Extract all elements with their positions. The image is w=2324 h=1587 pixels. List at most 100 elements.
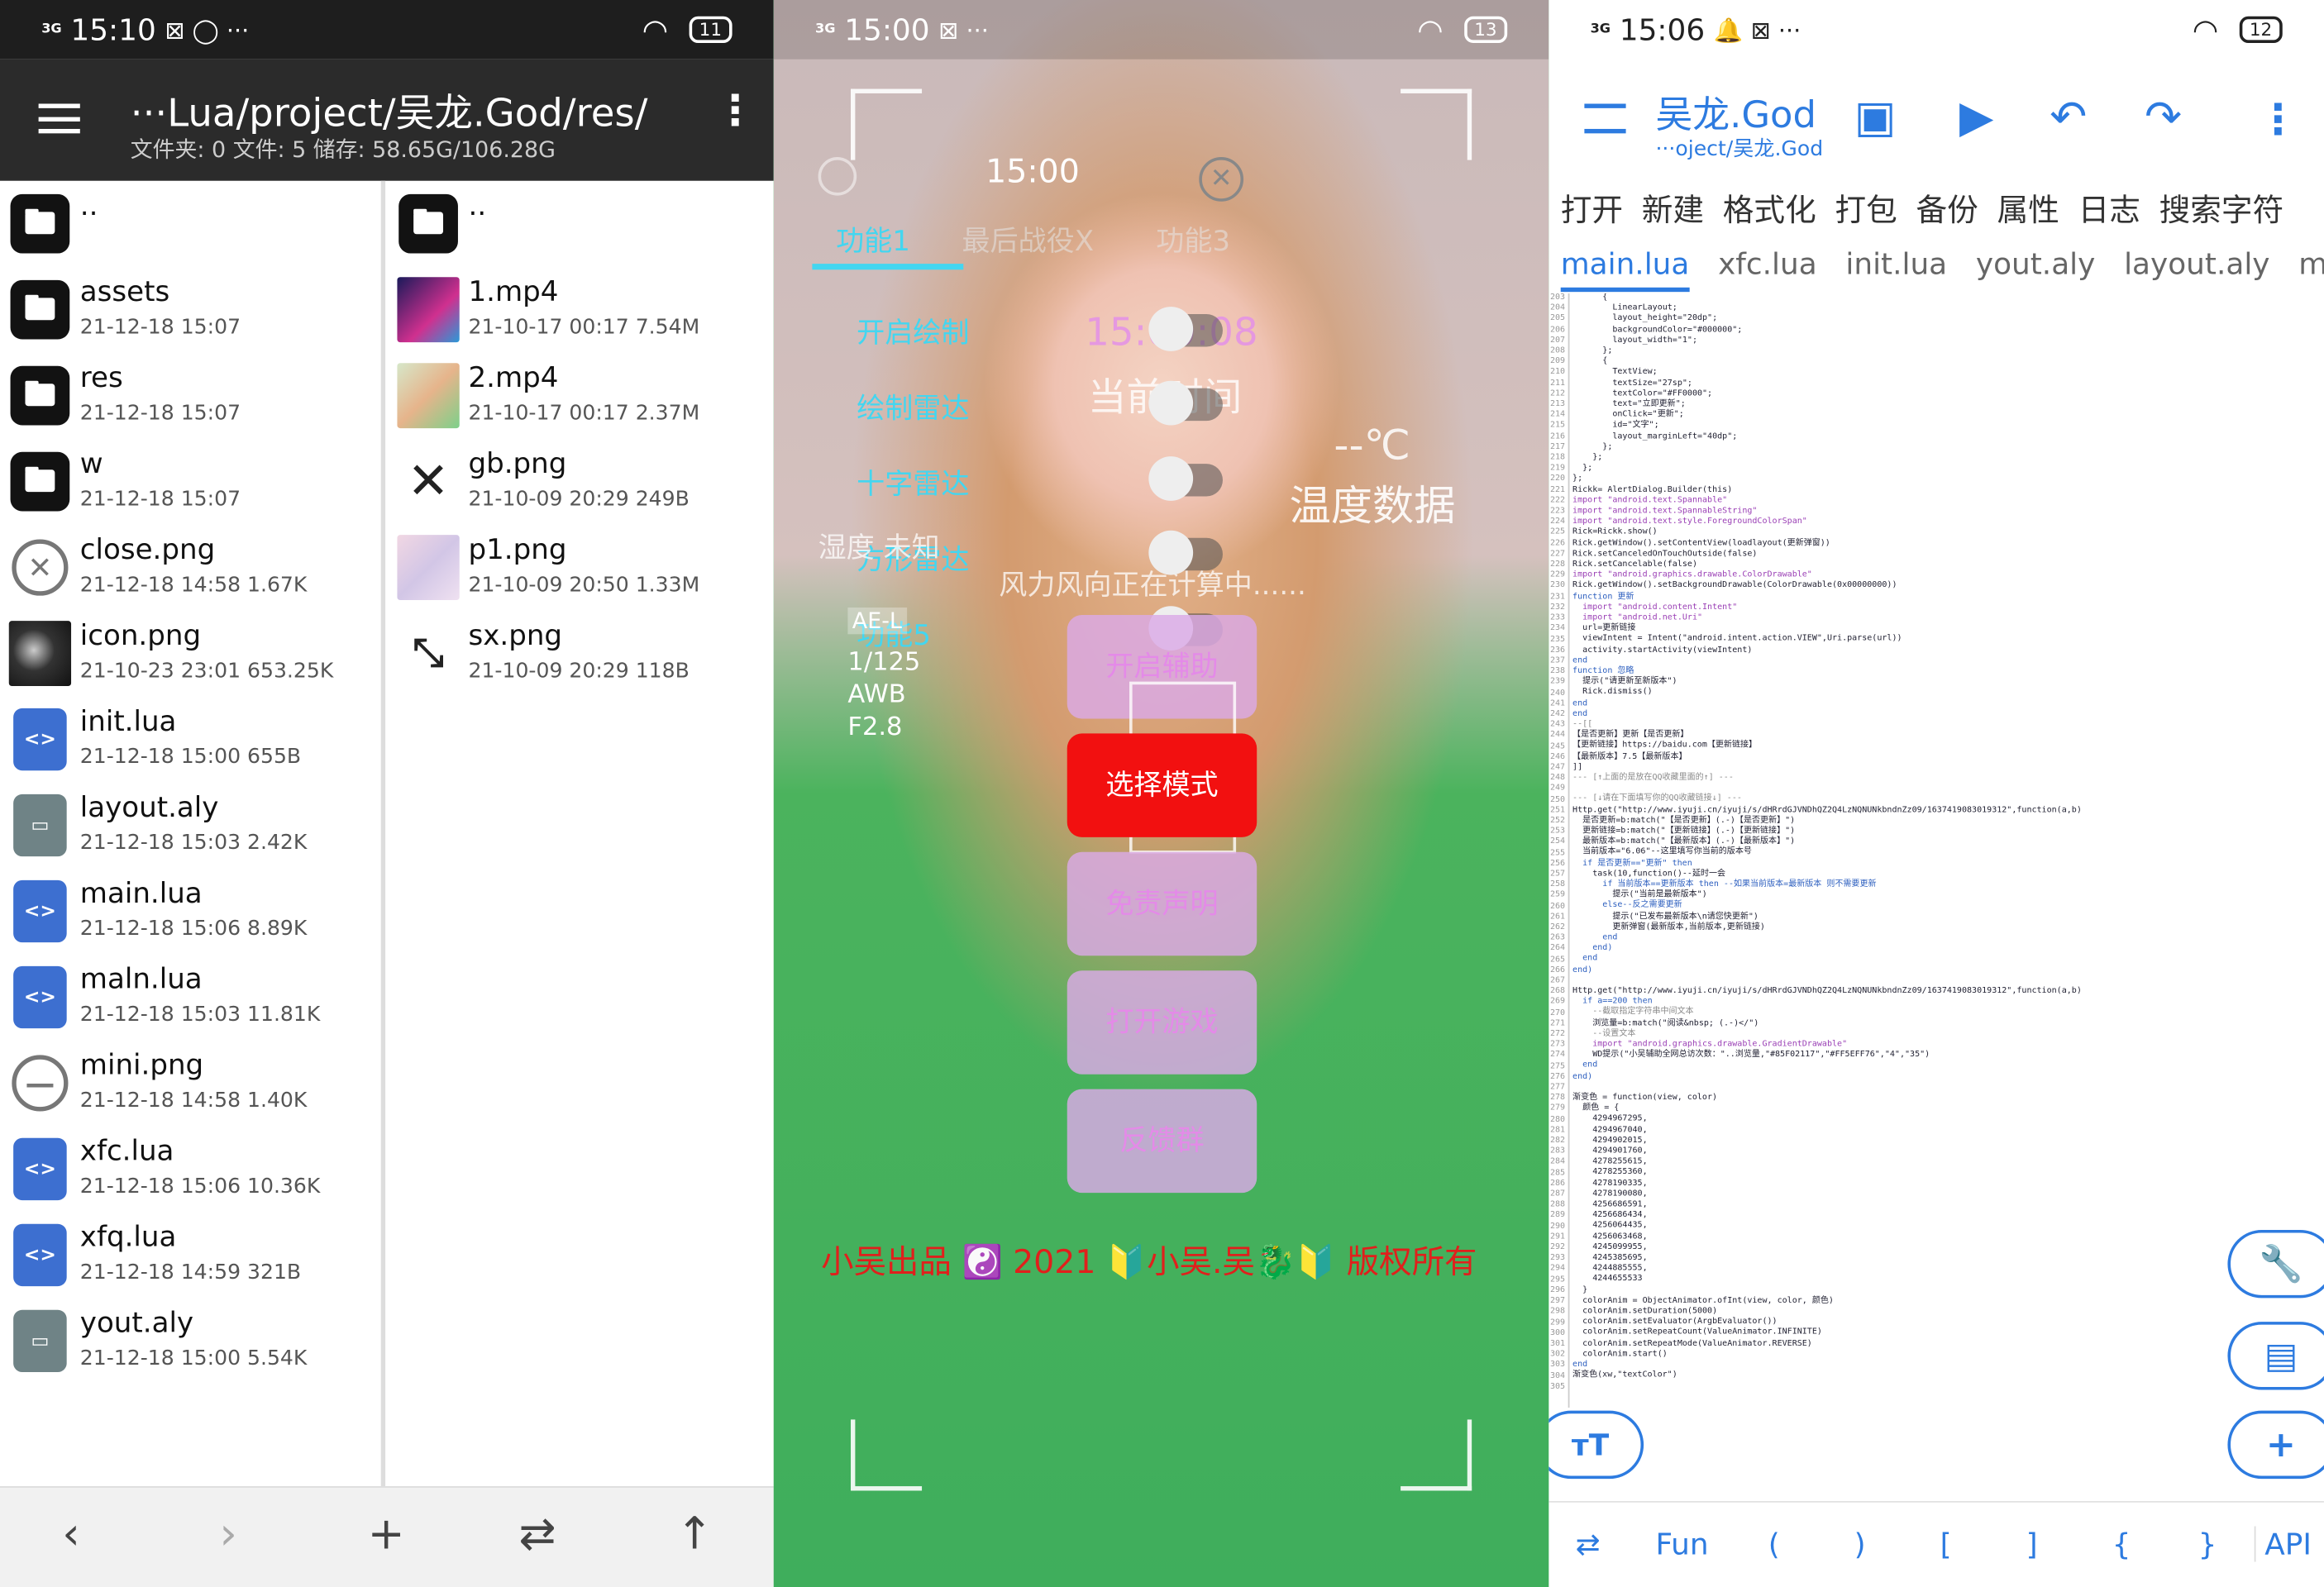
close-icon[interactable]: ✕ bbox=[1199, 157, 1244, 202]
code-line: id="文字"; bbox=[1572, 421, 1659, 431]
symbol-key-bar: ⇄ Fun ( ) [ ] { } API bbox=[1549, 1501, 2324, 1587]
undo-icon[interactable]: ↶ bbox=[2050, 92, 2087, 144]
forward-arrow-icon[interactable]: › bbox=[219, 1508, 237, 1561]
text-size-button[interactable]: тT bbox=[1549, 1410, 1644, 1480]
more-options-icon[interactable]: ⋮ bbox=[2257, 98, 2298, 140]
menu-enable-draw[interactable]: 开启绘制 bbox=[857, 311, 969, 350]
file-list-item[interactable]: <> maln.lua 21-12-18 15:03 11.81K bbox=[0, 954, 381, 1040]
key-close-paren[interactable]: ) bbox=[1854, 1526, 1866, 1561]
file-list-item[interactable]: icon.png 21-10-23 23:01 653.25K bbox=[0, 611, 381, 697]
wrench-tool-button[interactable]: 🔧 bbox=[2227, 1229, 2324, 1299]
project-title: 吴龙.God bbox=[1655, 93, 1816, 136]
toggle-switch-draw[interactable] bbox=[1148, 307, 1223, 351]
image-icon[interactable]: ▣ bbox=[1854, 92, 1897, 144]
file-name: .. bbox=[468, 189, 487, 222]
menu-cross-radar[interactable]: 十字雷达 bbox=[857, 462, 969, 502]
up-arrow-icon[interactable]: ↑ bbox=[675, 1508, 713, 1561]
status-icons: 🔔 ⊠ ··· bbox=[1713, 15, 1801, 44]
add-icon[interactable]: + bbox=[368, 1508, 405, 1561]
redo-icon[interactable]: ↷ bbox=[2145, 92, 2182, 144]
key-api[interactable]: API bbox=[2254, 1526, 2312, 1562]
code-line: colorAnim.setDuration(5000) bbox=[1572, 1307, 1718, 1316]
file-list-item[interactable]: <> xfc.lua 21-12-18 15:06 10.36K bbox=[0, 1126, 381, 1212]
file-list-item[interactable]: 2.mp4 21-10-17 00:17 2.37M bbox=[389, 353, 774, 439]
code-line: 提示("已发布最新版本\n请您快更新") bbox=[1572, 912, 1759, 922]
file-list-item[interactable]: ▭ yout.aly 21-12-18 15:00 5.54K bbox=[0, 1298, 381, 1384]
menu-open[interactable]: 打开 bbox=[1561, 193, 1623, 228]
file-list-item[interactable]: ⤡ sx.png 21-10-09 20:29 118B bbox=[389, 611, 774, 697]
disclaimer-button[interactable]: 免责声明 bbox=[1067, 851, 1257, 956]
key-close-bracket[interactable]: ] bbox=[2026, 1526, 2038, 1561]
file-list-item[interactable]: 1.mp4 21-10-17 00:17 7.54M bbox=[389, 267, 774, 353]
file-list-item[interactable]: — mini.png 21-12-18 14:58 1.40K bbox=[0, 1040, 381, 1126]
tab-xfc-lua[interactable]: xfc.lua bbox=[1718, 246, 1817, 282]
open-game-button[interactable]: 打开游戏 bbox=[1067, 970, 1257, 1075]
file-list-item[interactable]: <> xfq.lua 21-12-18 14:59 321B bbox=[0, 1212, 381, 1298]
code-editor[interactable]: 203 204 205 206 207 208 209 210 211 212 … bbox=[1549, 293, 2324, 1408]
swap-keys-icon[interactable]: ⇄ bbox=[1576, 1526, 1601, 1561]
code-line: 渐变色 = function(view, color) bbox=[1572, 1094, 1718, 1103]
back-arrow-icon[interactable]: ‹ bbox=[62, 1508, 80, 1561]
viewfinder-corner bbox=[1401, 1419, 1472, 1491]
tab-maln-lua[interactable]: maln.lua bbox=[2298, 246, 2324, 282]
code-line: colorAnim.start() bbox=[1572, 1349, 1668, 1359]
menu-search[interactable]: 搜索字符 bbox=[2159, 193, 2284, 228]
menu-draw-radar[interactable]: 绘制雷达 bbox=[857, 387, 969, 427]
tab-last-battle[interactable]: 最后战役X bbox=[962, 219, 1094, 259]
file-list-item[interactable]: .. bbox=[0, 181, 381, 267]
screenshot-collage: 3G 15:10 ⊠ ◯ ··· ◠ 11 ···Lua/project/吴龙.God… bbox=[0, 0, 2324, 1587]
file-list-item[interactable]: w 21-12-18 15:07 bbox=[0, 439, 381, 525]
file-list-item[interactable]: p1.png 21-10-09 20:50 1.33M bbox=[389, 525, 774, 611]
minimize-icon[interactable] bbox=[818, 157, 857, 196]
code-line: colorAnim = ObjectAnimator.ofInt(view, c… bbox=[1572, 1296, 1834, 1306]
key-open-paren[interactable]: ( bbox=[1768, 1526, 1780, 1561]
file-list-item[interactable]: assets 21-12-18 15:07 bbox=[0, 267, 381, 353]
tab-init-lua[interactable]: init.lua bbox=[1845, 246, 1947, 282]
key-open-brace[interactable]: { bbox=[2112, 1526, 2131, 1561]
code-line: TextView; bbox=[1572, 368, 1658, 378]
swap-icon[interactable]: ⇄ bbox=[518, 1508, 556, 1561]
more-options-icon[interactable]: ⋮ bbox=[714, 89, 756, 131]
menu-properties[interactable]: 属性 bbox=[1997, 193, 2059, 228]
tab-yout-aly[interactable]: yout.aly bbox=[1976, 246, 2096, 282]
file-icon-slot: ✕ bbox=[9, 536, 71, 598]
toggle-switch-radar[interactable] bbox=[1148, 380, 1223, 426]
key-fun[interactable]: Fun bbox=[1655, 1526, 1708, 1561]
tab-layout-aly[interactable]: layout.aly bbox=[2124, 246, 2269, 282]
code-line: Rick.setCanceledOnTouchOutside(false) bbox=[1572, 549, 1758, 559]
file-list-item[interactable]: <> main.lua 21-12-18 15:06 8.89K bbox=[0, 869, 381, 955]
status-bar: 3G 15:10 ⊠ ◯ ··· ◠ 11 bbox=[0, 0, 774, 60]
code-line: 更新弹窗(最新版本,当前版本,更新链接) bbox=[1572, 922, 1765, 932]
add-button[interactable]: + bbox=[2227, 1410, 2324, 1480]
file-manager-panel: 3G 15:10 ⊠ ◯ ··· ◠ 11 ···Lua/project/吴龙.God… bbox=[0, 0, 774, 1587]
file-list-item[interactable]: .. bbox=[389, 181, 774, 267]
file-list-item[interactable]: <> init.lua 21-12-18 15:00 655B bbox=[0, 697, 381, 783]
tab-main-lua[interactable]: main.lua bbox=[1560, 245, 1689, 293]
toggle-switch-square[interactable] bbox=[1148, 530, 1223, 575]
code-line: activity.startActivity(viewIntent) bbox=[1572, 645, 1753, 655]
code-file-icon: <> bbox=[13, 879, 67, 943]
code-line: 渐变色(xw,"textColor") bbox=[1572, 1370, 1677, 1380]
menu-format[interactable]: 格式化 bbox=[1723, 193, 1816, 228]
menu-icon[interactable] bbox=[1584, 103, 1626, 134]
menu-log[interactable]: 日志 bbox=[2078, 193, 2140, 228]
file-meta: 21-12-18 14:58 1.40K bbox=[79, 1089, 308, 1113]
key-open-bracket[interactable]: [ bbox=[1940, 1526, 1952, 1561]
tab-function1[interactable]: 功能1 bbox=[836, 219, 910, 259]
menu-backup[interactable]: 备份 bbox=[1916, 193, 1978, 228]
shrink-icon: ⤡ bbox=[413, 630, 444, 675]
key-close-brace[interactable]: } bbox=[2198, 1526, 2217, 1561]
file-list-item[interactable]: res 21-12-18 15:07 bbox=[0, 353, 381, 439]
file-list-item[interactable]: ✕ gb.png 21-10-09 20:29 249B bbox=[389, 439, 774, 525]
tab-function3[interactable]: 功能3 bbox=[1156, 219, 1230, 259]
select-mode-button[interactable]: 选择模式 bbox=[1067, 733, 1257, 837]
menu-package[interactable]: 打包 bbox=[1835, 193, 1897, 228]
document-button[interactable]: ▤ bbox=[2227, 1322, 2324, 1390]
file-list-item[interactable]: ✕ close.png 21-12-18 14:58 1.67K bbox=[0, 525, 381, 611]
feedback-group-button[interactable]: 反馈群 bbox=[1067, 1089, 1257, 1194]
file-list-item[interactable]: ▭ layout.aly 21-12-18 15:03 2.42K bbox=[0, 783, 381, 869]
toggle-switch-cross[interactable] bbox=[1148, 456, 1223, 501]
menu-icon[interactable] bbox=[38, 103, 80, 134]
run-play-icon[interactable]: ▶ bbox=[1959, 92, 1993, 144]
menu-new[interactable]: 新建 bbox=[1642, 193, 1704, 228]
